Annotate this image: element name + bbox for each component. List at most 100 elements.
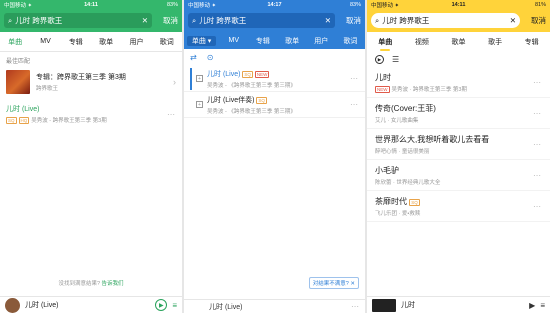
multi-select-icon[interactable]: ☰ bbox=[392, 55, 399, 64]
song-row[interactable]: + 儿时 (Live) SQ NEW 吴秀波 - 《跨界歌王第三季 第三期》 ⋯ bbox=[184, 66, 365, 92]
song-subtitle: 艾儿 · 女儿歌曲集 bbox=[375, 117, 419, 124]
tab-lyrics[interactable]: 歌词 bbox=[152, 37, 182, 47]
cancel-button[interactable]: 取消 bbox=[152, 15, 178, 26]
battery-label: 83% bbox=[350, 1, 362, 8]
song-artist: 吴秀波 - 跨界歌王第三季 第3期 bbox=[31, 118, 107, 124]
song-row[interactable]: 儿时 (Live) SQ HQ 吴秀波 - 跨界歌王第三季 第3期 ⋯ bbox=[0, 101, 182, 127]
tab-albums[interactable]: 专辑 bbox=[513, 37, 550, 47]
song-subtitle: 飞儿乐团 · 爱•救赎 bbox=[375, 210, 421, 217]
tab-albums[interactable]: 专辑 bbox=[61, 37, 91, 47]
album-cover bbox=[6, 70, 30, 94]
tab-lyrics[interactable]: 歌词 bbox=[336, 36, 365, 46]
song-title: 儿时 bbox=[375, 72, 391, 82]
album-title: 专辑：跨界歌王第三季 第3期 bbox=[36, 74, 126, 81]
tab-songs[interactable]: 单曲 bbox=[367, 37, 404, 51]
song-row[interactable]: 小毛驴 陈欣蕾 · 世界经典儿歌大全 ⋯ bbox=[367, 160, 550, 191]
search-input[interactable]: ⌕ 儿时 跨界歌王 ✕ bbox=[371, 13, 520, 28]
tab-songs[interactable]: 单曲 bbox=[0, 37, 30, 47]
search-query: 儿时 跨界歌王 bbox=[199, 16, 247, 25]
search-input[interactable]: ⌕ 儿时 跨界歌王 ✕ bbox=[188, 13, 335, 28]
song-row[interactable]: 儿时 NEW 吴秀波 · 跨界歌王第三季 第3期 ⋯ bbox=[367, 67, 550, 98]
clear-icon[interactable]: ✕ bbox=[510, 16, 516, 25]
search-bar: ⌕ 儿时 跨界歌王 ✕ 取消 bbox=[0, 9, 182, 32]
add-icon[interactable]: + bbox=[196, 101, 203, 108]
cancel-button[interactable]: 取消 bbox=[520, 15, 546, 26]
tab-playlists[interactable]: 歌单 bbox=[91, 37, 121, 47]
tab-users[interactable]: 用户 bbox=[121, 37, 151, 47]
clear-icon[interactable]: ✕ bbox=[325, 16, 331, 25]
play-all-icon[interactable]: ▶ bbox=[375, 55, 384, 64]
sq-badge: SQ bbox=[409, 198, 420, 206]
mini-player[interactable]: 儿时 ▶ ≡ bbox=[367, 296, 550, 313]
tab-playlists[interactable]: 歌单 bbox=[440, 37, 477, 47]
feedback-link[interactable]: 告诉我们 bbox=[102, 281, 124, 287]
add-icon[interactable]: + bbox=[196, 75, 203, 82]
search-icon: ⌕ bbox=[375, 15, 380, 25]
search-icon: ⌕ bbox=[192, 15, 197, 25]
song-row[interactable]: 茶靡时代 SQ 飞儿乐团 · 爱•救赎 ⋯ bbox=[367, 191, 550, 222]
result-tabs: 单曲 MV 专辑 歌单 用户 歌词 bbox=[0, 32, 182, 52]
tab-mv[interactable]: MV bbox=[219, 37, 248, 44]
more-icon[interactable]: ⋯ bbox=[533, 202, 542, 211]
more-icon[interactable]: ⋯ bbox=[167, 110, 176, 119]
time-label: 14:11 bbox=[84, 1, 98, 8]
search-bar: ⌕ 儿时 跨界歌王 ✕ 取消 bbox=[184, 9, 365, 32]
result-tabs: 单曲 ▾ MV 专辑 歌单 用户 歌词 bbox=[184, 32, 365, 49]
shuffle-icon[interactable]: ⇄ bbox=[190, 53, 197, 62]
playlist-icon[interactable]: ≡ bbox=[172, 301, 177, 310]
toolbar: ▶ ☰ bbox=[367, 52, 550, 67]
result-tabs: 单曲 视频 歌单 歌手 专辑 bbox=[367, 32, 550, 52]
cancel-button[interactable]: 取消 bbox=[335, 15, 361, 26]
best-match-label: 最佳匹配 bbox=[6, 59, 31, 65]
play-icon[interactable]: ▶ bbox=[155, 299, 168, 311]
toolbar: ⇄ ⊙ bbox=[184, 49, 365, 66]
tab-albums[interactable]: 专辑 bbox=[248, 36, 277, 46]
tab-playlists[interactable]: 歌单 bbox=[278, 36, 307, 46]
song-subtitle: 吴秀波 · 跨界歌王第三季 第3期 bbox=[391, 86, 467, 93]
mini-player[interactable]: 儿时 (Live) ▶ ≡ bbox=[0, 296, 182, 313]
more-icon[interactable]: ⋯ bbox=[533, 140, 542, 149]
search-input[interactable]: ⌕ 儿时 跨界歌王 ✕ bbox=[4, 13, 152, 28]
mini-player[interactable]: 儿时 (Live) ⋯ bbox=[184, 299, 365, 313]
more-icon[interactable]: ⋯ bbox=[533, 109, 542, 118]
playlist-icon[interactable]: ≡ bbox=[540, 301, 545, 310]
battery-label: 83% bbox=[166, 1, 178, 8]
status-bar: 中国移动 ✦ 14:17 83% bbox=[184, 0, 365, 9]
battery-label: 81% bbox=[534, 1, 546, 8]
tab-videos[interactable]: 视频 bbox=[404, 37, 441, 47]
song-subtitle: 陈欣蕾 · 世界经典儿歌大全 bbox=[375, 179, 441, 186]
clear-icon[interactable]: ✕ bbox=[142, 16, 148, 25]
new-badge: NEW bbox=[254, 70, 270, 78]
status-bar: 中国移动 ✦ 14:11 83% bbox=[0, 0, 182, 9]
new-badge: NEW bbox=[375, 85, 390, 93]
more-icon[interactable]: ⋯ bbox=[533, 78, 542, 87]
play-all-icon[interactable]: ⊙ bbox=[207, 53, 214, 62]
carrier-label: 中国移动 ✦ bbox=[188, 2, 217, 9]
time-label: 14:11 bbox=[451, 1, 466, 8]
best-match-album[interactable]: 专辑：跨界歌王第三季 第3期 跨界歌王 › bbox=[0, 67, 182, 97]
song-row[interactable]: 传奇(Cover:王菲) 艾儿 · 女儿歌曲集 ⋯ bbox=[367, 98, 550, 129]
carrier-label: 中国移动 ✦ bbox=[4, 2, 33, 9]
song-row[interactable]: 世界那么大,我想听着歌儿去看看 醉吧心情 · 童话很美丽 ⋯ bbox=[367, 129, 550, 160]
player-cover bbox=[372, 298, 396, 312]
song-title: 儿时 (Live) bbox=[207, 70, 241, 78]
more-icon[interactable]: ⋯ bbox=[533, 171, 542, 180]
tab-users[interactable]: 用户 bbox=[307, 36, 336, 46]
more-icon[interactable]: ⋯ bbox=[351, 302, 360, 311]
song-subtitle: 醉吧心情 · 童话很美丽 bbox=[375, 148, 430, 155]
tab-mv[interactable]: MV bbox=[30, 38, 60, 45]
song-title: 传奇(Cover:王菲) bbox=[375, 103, 436, 113]
song-row[interactable]: + 儿时 (Live伴奏) SQ 吴秀波 - 《跨界歌王第三季 第三期》 ⋯ bbox=[184, 92, 365, 118]
more-icon[interactable]: ⋯ bbox=[350, 74, 359, 83]
player-cover bbox=[5, 297, 20, 313]
tab-artists[interactable]: 歌手 bbox=[477, 37, 514, 47]
more-icon[interactable]: ⋯ bbox=[350, 100, 359, 109]
album-artist: 跨界歌王 bbox=[36, 86, 59, 92]
player-title: 儿时 bbox=[401, 302, 415, 309]
sq-badge: SQ bbox=[256, 96, 267, 104]
tab-songs[interactable]: 单曲 ▾ bbox=[187, 35, 217, 46]
play-icon[interactable]: ▶ bbox=[529, 301, 535, 310]
player-title: 儿时 (Live) bbox=[25, 302, 59, 309]
feedback-prompt[interactable]: 对结果不满意? ✕ bbox=[308, 277, 359, 289]
close-icon[interactable]: ✕ bbox=[350, 281, 355, 287]
